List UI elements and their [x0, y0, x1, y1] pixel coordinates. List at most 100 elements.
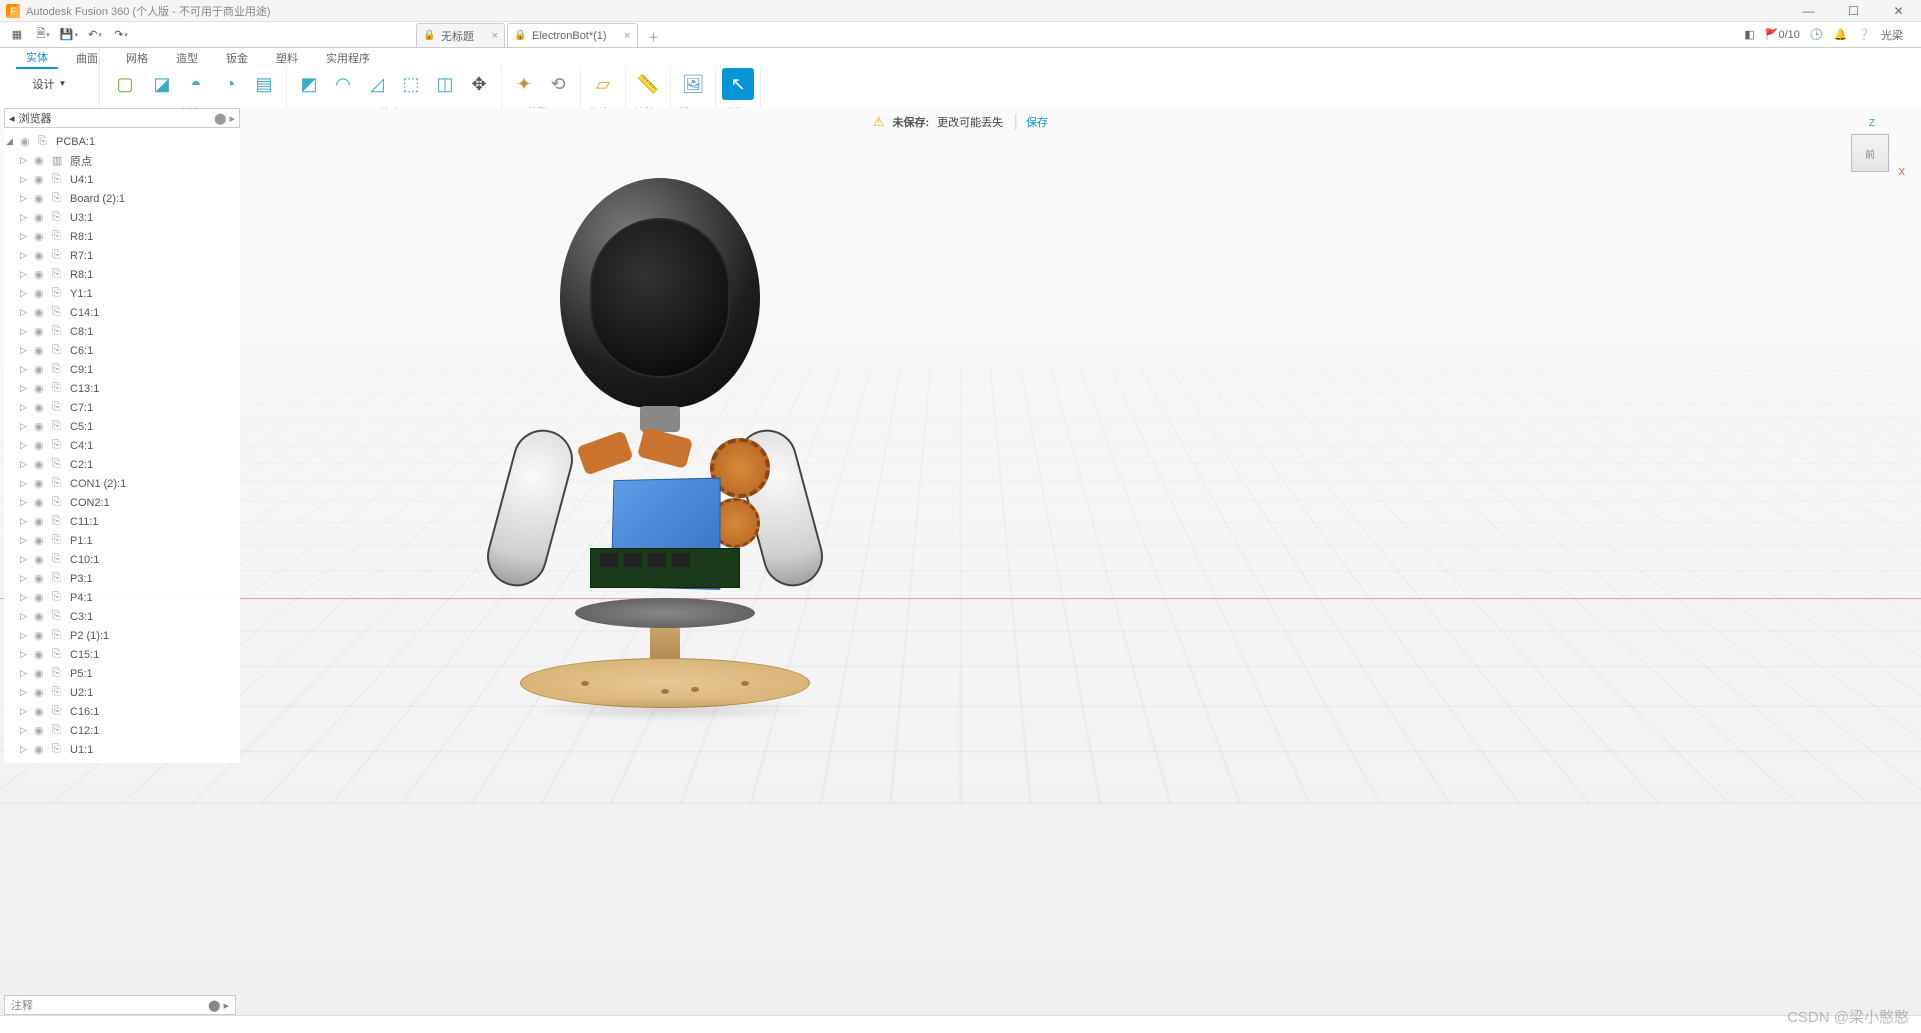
plane-icon[interactable]: ▱ [587, 68, 619, 100]
tree-item[interactable]: ▷◉⎘C12:1 [6, 721, 238, 740]
robot-screen[interactable] [590, 218, 730, 378]
view-cube[interactable]: Z 前 X [1841, 120, 1901, 180]
visibility-icon[interactable]: ◉ [34, 325, 48, 338]
tree-item[interactable]: ▷◉⎘P4:1 [6, 588, 238, 607]
cube-front-face[interactable]: 前 [1851, 134, 1889, 172]
visibility-icon[interactable]: ◉ [34, 477, 48, 490]
arrow-right-icon[interactable]: ▷ [20, 402, 30, 413]
visibility-icon[interactable]: ◉ [34, 401, 48, 414]
ribbon-tab-plastic[interactable]: 塑料 [266, 48, 308, 68]
tree-root[interactable]: ◢ ◉ ⎘ PCBA:1 [6, 132, 238, 151]
arrow-right-icon[interactable]: ▷ [20, 535, 30, 546]
arrow-right-icon[interactable]: ▷ [20, 193, 30, 204]
ribbon-tab-utilities[interactable]: 实用程序 [316, 48, 380, 68]
ribbon-tab-solid[interactable]: 实体 [16, 47, 58, 69]
visibility-icon[interactable]: ◉ [34, 667, 48, 680]
arrow-right-icon[interactable]: ▷ [20, 307, 30, 318]
new-tab-button[interactable]: ＋ [644, 27, 664, 47]
tree-item[interactable]: ▷◉⎘U3:1 [6, 208, 238, 227]
tree-item[interactable]: ▷◉⎘U1:1 [6, 740, 238, 759]
sketch-icon[interactable]: ▢ [106, 65, 144, 103]
arrow-right-icon[interactable]: ▷ [20, 668, 30, 679]
arrow-right-icon[interactable]: ▷ [20, 611, 30, 622]
tree-item[interactable]: ▷◉⎘R8:1 [6, 265, 238, 284]
tree-item[interactable]: ▷◉⎘R8:1 [6, 227, 238, 246]
select-icon[interactable]: ↖ [722, 68, 754, 100]
tree-item[interactable]: ▷◉▥原点 [6, 151, 238, 170]
arrow-right-icon[interactable]: ▷ [20, 345, 30, 356]
timeline-bar[interactable] [0, 1015, 1921, 1033]
chamfer-icon[interactable]: ◿ [361, 68, 393, 100]
visibility-icon[interactable]: ◉ [34, 534, 48, 547]
combine-icon[interactable]: ◫ [429, 68, 461, 100]
tree-item[interactable]: ▷◉⎘P5:1 [6, 664, 238, 683]
browser-header[interactable]: ◂ 浏览器 ⬤ ▸ [4, 108, 240, 128]
ribbon-tab-surface[interactable]: 曲面 [66, 48, 108, 68]
tree-item[interactable]: ▷◉⎘C14:1 [6, 303, 238, 322]
notifications-icon[interactable]: 🔔 [1834, 28, 1848, 41]
arrow-right-icon[interactable]: ▷ [20, 231, 30, 242]
measure-icon[interactable]: 📏 [632, 68, 664, 100]
visibility-icon[interactable]: ◉ [34, 192, 48, 205]
fillet-icon[interactable]: ◠ [327, 68, 359, 100]
minimize-button[interactable]: — [1786, 0, 1831, 22]
arrow-right-icon[interactable]: ▷ [20, 421, 30, 432]
visibility-icon[interactable]: ◉ [34, 629, 48, 642]
arrow-right-icon[interactable]: ▷ [20, 364, 30, 375]
visibility-icon[interactable]: ◉ [34, 496, 48, 509]
visibility-icon[interactable]: ◉ [34, 306, 48, 319]
arrow-right-icon[interactable]: ▷ [20, 250, 30, 261]
arrow-right-icon[interactable]: ▷ [20, 649, 30, 660]
expand-icon[interactable]: ◂ [9, 112, 15, 125]
visibility-icon[interactable]: ◉ [34, 268, 48, 281]
panel-settings-icon[interactable]: ⬤ ▸ [208, 999, 229, 1012]
tree-item[interactable]: ▷◉⎘C7:1 [6, 398, 238, 417]
tree-item[interactable]: ▷◉⎘P3:1 [6, 569, 238, 588]
ribbon-tab-sheetmetal[interactable]: 钣金 [216, 48, 258, 68]
visibility-icon[interactable]: ◉ [34, 230, 48, 243]
visibility-icon[interactable]: ◉ [34, 686, 48, 699]
arrow-right-icon[interactable]: ▷ [20, 478, 30, 489]
tab-close-icon[interactable]: × [492, 30, 498, 42]
visibility-icon[interactable]: ◉ [34, 287, 48, 300]
robot-arm-left[interactable] [480, 423, 579, 593]
arrow-right-icon[interactable]: ▷ [20, 174, 30, 185]
tree-item[interactable]: ▷◉⎘CON2:1 [6, 493, 238, 512]
visibility-icon[interactable]: ◉ [34, 515, 48, 528]
tree-item[interactable]: ▷◉⎘C15:1 [6, 645, 238, 664]
visibility-icon[interactable]: ◉ [34, 154, 48, 167]
visibility-icon[interactable]: ◉ [34, 743, 48, 756]
maximize-button[interactable]: ☐ [1831, 0, 1876, 22]
extensions-icon[interactable]: ◧ [1744, 28, 1754, 41]
rigid-icon[interactable]: ⟲ [542, 68, 574, 100]
viewport[interactable] [0, 108, 1921, 1015]
user-name[interactable]: 光梁 [1881, 27, 1903, 43]
tree-item[interactable]: ▷◉⎘C4:1 [6, 436, 238, 455]
visibility-icon[interactable]: ◉ [34, 553, 48, 566]
arrow-right-icon[interactable]: ▷ [20, 725, 30, 736]
visibility-icon[interactable]: ◉ [34, 724, 48, 737]
visibility-icon[interactable]: ◉ [34, 648, 48, 661]
tree-item[interactable]: ▷◉⎘C6:1 [6, 341, 238, 360]
visibility-icon[interactable]: ◉ [34, 458, 48, 471]
visibility-icon[interactable]: ◉ [20, 135, 34, 148]
tree-item[interactable]: ▷◉⎘C2:1 [6, 455, 238, 474]
arrow-right-icon[interactable]: ▷ [20, 554, 30, 565]
visibility-icon[interactable]: ◉ [34, 249, 48, 262]
undo-icon[interactable]: ↶ [84, 24, 106, 46]
servo-bracket-right[interactable] [637, 427, 693, 469]
sweep-icon[interactable]: ◔ [214, 68, 246, 100]
arrow-right-icon[interactable]: ▷ [20, 592, 30, 603]
arrow-right-icon[interactable]: ▷ [20, 383, 30, 394]
servo-bracket-left[interactable] [576, 430, 633, 475]
arrow-right-icon[interactable]: ▷ [20, 269, 30, 280]
arrow-right-icon[interactable]: ▷ [20, 497, 30, 508]
arrow-right-icon[interactable]: ▷ [20, 326, 30, 337]
panel-settings-icon[interactable]: ⬤ ▸ [214, 112, 235, 125]
shell-icon[interactable]: ⬚ [395, 68, 427, 100]
visibility-icon[interactable]: ◉ [34, 610, 48, 623]
help-icon[interactable]: ❔ [1857, 28, 1871, 41]
tree-item[interactable]: ▷◉⎘C13:1 [6, 379, 238, 398]
arrow-right-icon[interactable]: ▷ [20, 573, 30, 584]
tree-item[interactable]: ▷◉⎘Y1:1 [6, 284, 238, 303]
